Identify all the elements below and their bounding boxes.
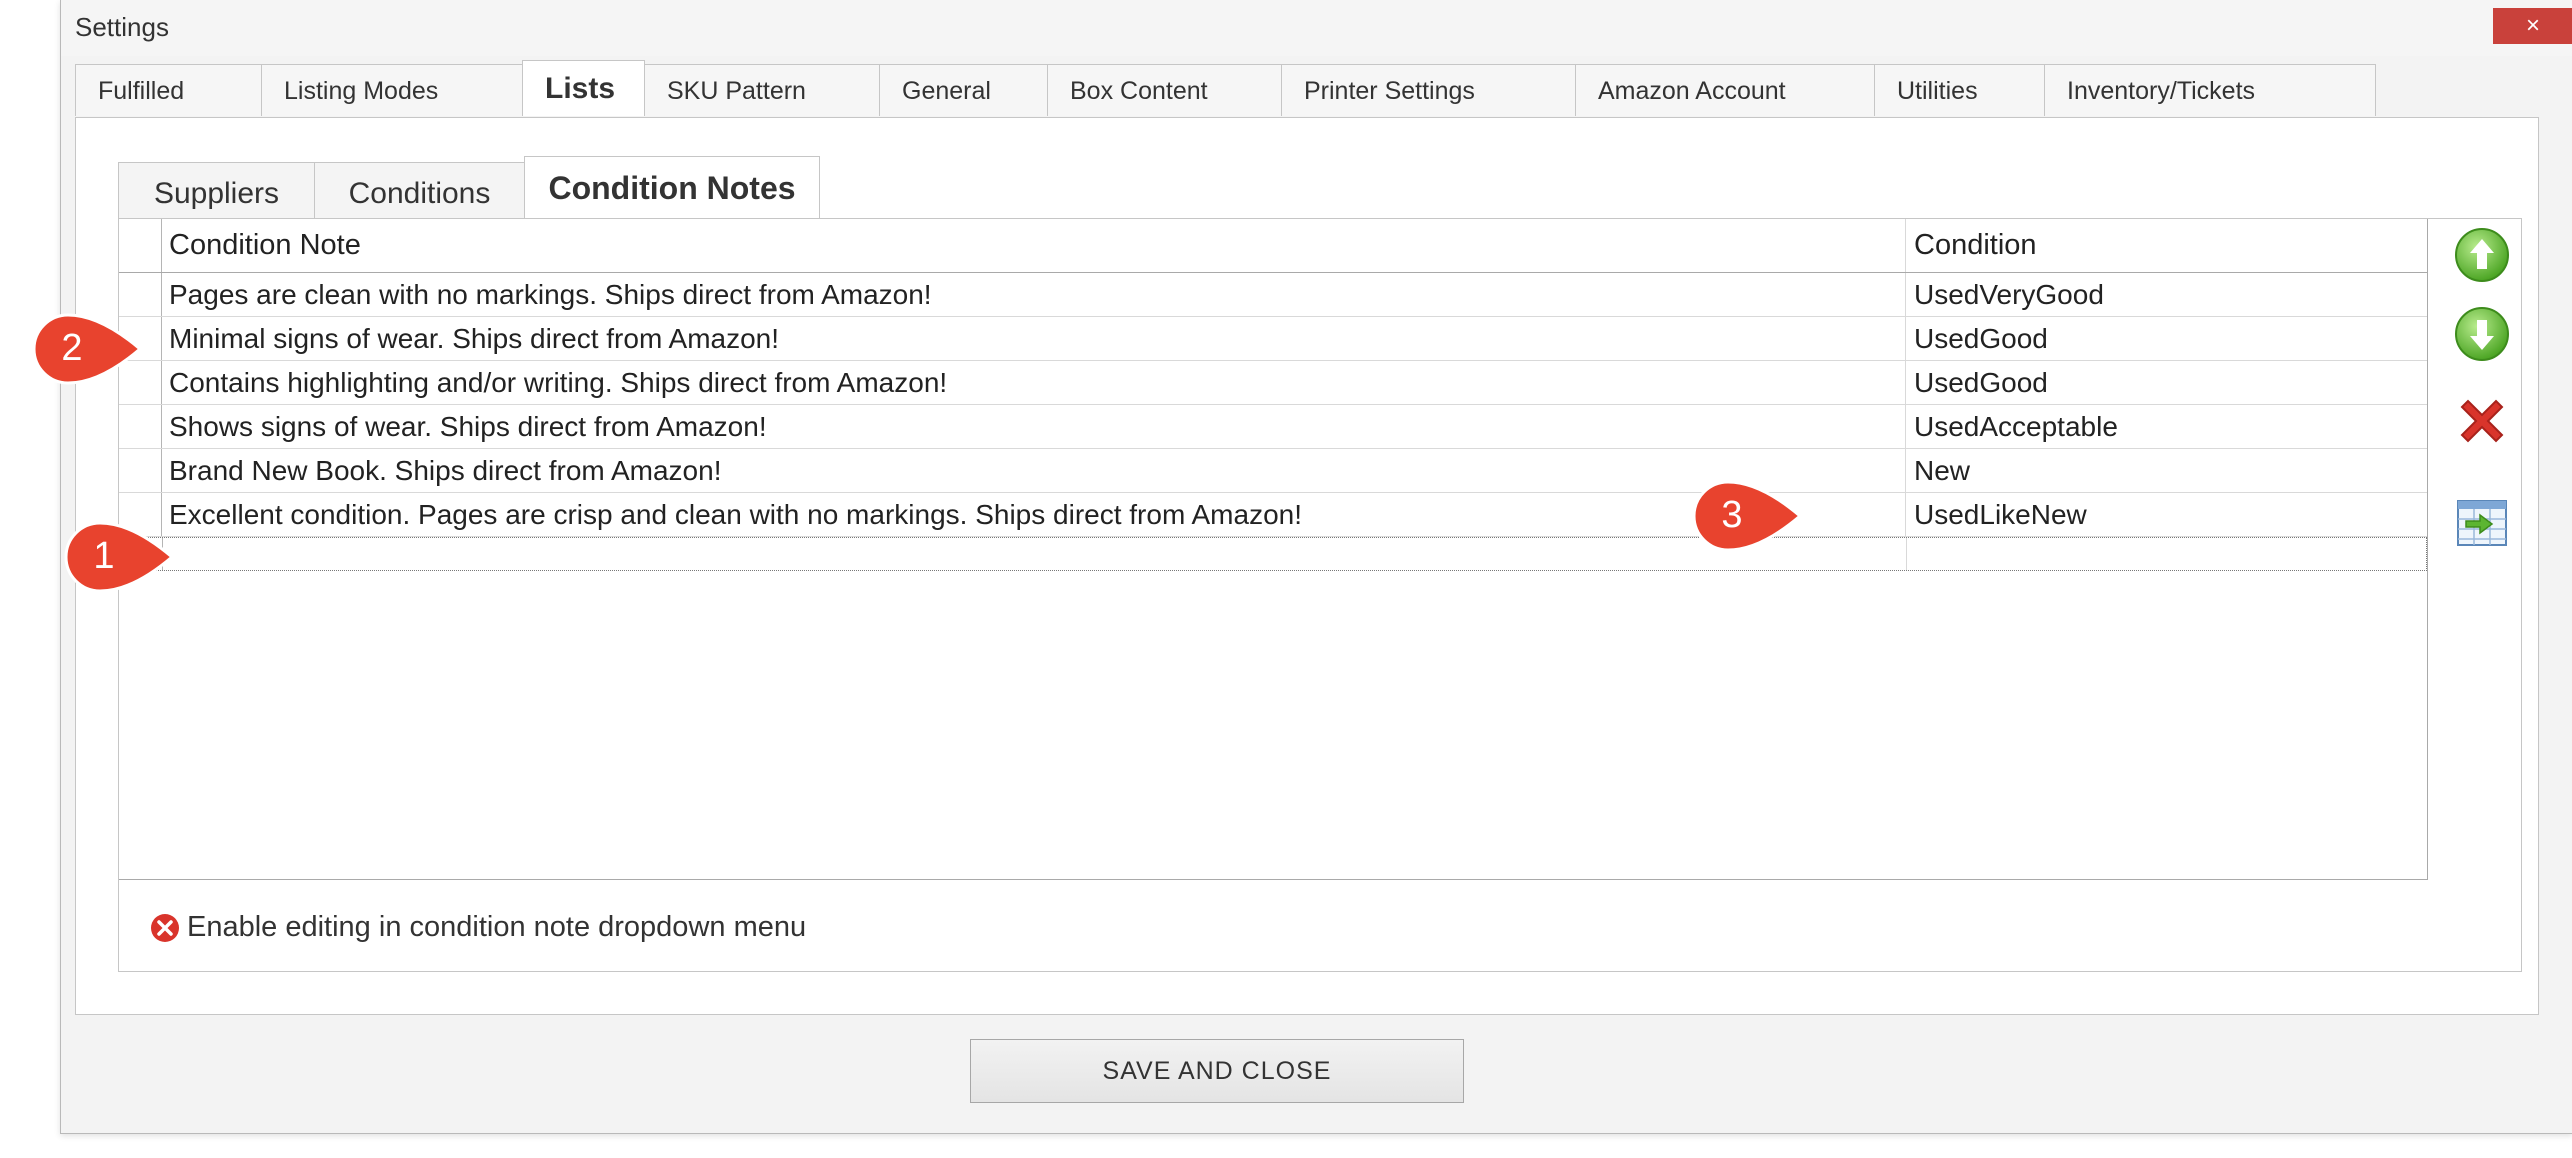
- condition-note-cell[interactable]: Brand New Book. Ships direct from Amazon…: [169, 449, 1909, 492]
- move-up-button[interactable]: [2452, 225, 2512, 285]
- close-button[interactable]: ×: [2493, 8, 2572, 44]
- table-row[interactable]: Shows signs of wear. Ships direct from A…: [119, 405, 2427, 449]
- tab-condition-notes[interactable]: Condition Notes: [524, 156, 820, 218]
- tab-lists[interactable]: Lists: [522, 60, 645, 116]
- tab-amazon-account[interactable]: Amazon Account: [1575, 64, 1875, 116]
- save-and-close-button[interactable]: SAVE AND CLOSE: [970, 1039, 1464, 1103]
- disabled-x-circle-icon[interactable]: [149, 912, 181, 944]
- table-row[interactable]: Pages are clean with no markings. Ships …: [119, 273, 2427, 317]
- tab-general[interactable]: General: [879, 64, 1048, 116]
- condition-note-cell[interactable]: Pages are clean with no markings. Ships …: [169, 273, 1909, 316]
- condition-note-cell[interactable]: Shows signs of wear. Ships direct from A…: [169, 405, 1909, 448]
- tab-utilities[interactable]: Utilities: [1874, 64, 2045, 116]
- table-row[interactable]: Excellent condition. Pages are crisp and…: [119, 493, 2427, 537]
- table-row[interactable]: Brand New Book. Ships direct from Amazon…: [119, 449, 2427, 493]
- tab-suppliers[interactable]: Suppliers: [118, 162, 315, 218]
- tab-inventory-tickets[interactable]: Inventory/Tickets: [2044, 64, 2376, 116]
- settings-window: Settings × Fulfilled Options Listing Mod…: [60, 0, 2572, 1134]
- callout-1: 1: [64, 521, 175, 593]
- condition-notes-panel: Condition Note Condition Pages are clean…: [118, 218, 2522, 972]
- tab-conditions[interactable]: Conditions: [314, 162, 525, 218]
- title-bar: Settings ×: [61, 0, 2572, 56]
- condition-note-cell[interactable]: Contains highlighting and/or writing. Sh…: [169, 361, 1909, 404]
- condition-cell[interactable]: New: [1905, 449, 2425, 492]
- new-condition-cell[interactable]: [1906, 538, 2426, 570]
- condition-cell[interactable]: UsedLikeNew: [1905, 493, 2425, 536]
- main-tab-strip: Fulfilled Options Listing Modes Lists SK…: [75, 60, 2376, 157]
- red-x-icon: [2460, 399, 2504, 443]
- tab-listing-modes[interactable]: Listing Modes: [261, 64, 523, 116]
- enable-editing-label: Enable editing in condition note dropdow…: [187, 911, 807, 943]
- new-condition-note-cell[interactable]: [170, 538, 1910, 570]
- tab-fulfilled-options[interactable]: Fulfilled Options: [75, 64, 262, 157]
- tab-sku-pattern[interactable]: SKU Pattern: [644, 64, 880, 116]
- condition-note-cell[interactable]: Minimal signs of wear. Ships direct from…: [169, 317, 1909, 360]
- condition-note-cell[interactable]: Excellent condition. Pages are crisp and…: [169, 493, 1909, 536]
- column-header-condition[interactable]: Condition: [1905, 219, 2425, 272]
- table-row[interactable]: Contains highlighting and/or writing. Sh…: [119, 361, 2427, 405]
- column-header-condition-note[interactable]: Condition Note: [169, 219, 1909, 272]
- tab-printer-settings[interactable]: Printer Settings: [1281, 64, 1576, 116]
- callout-2-number: 2: [61, 327, 82, 369]
- callout-3-number: 3: [1721, 494, 1742, 536]
- move-down-button[interactable]: [2452, 304, 2512, 364]
- callout-3: 3: [1692, 480, 1803, 552]
- callout-1-number: 1: [93, 535, 114, 577]
- table-export-icon: [2457, 500, 2507, 546]
- lists-panel: Suppliers Conditions Condition Notes Con…: [75, 117, 2539, 1015]
- new-row[interactable]: [119, 537, 2427, 571]
- sub-tab-strip: Suppliers Conditions Condition Notes: [118, 156, 820, 220]
- row-selector[interactable]: [119, 405, 162, 448]
- grid-header-row: Condition Note Condition: [119, 219, 2427, 273]
- row-header-cell: [119, 219, 162, 272]
- condition-cell[interactable]: UsedVeryGood: [1905, 273, 2425, 316]
- row-selector[interactable]: [119, 449, 162, 492]
- enable-editing-option[interactable]: Enable editing in condition note dropdow…: [149, 911, 806, 944]
- condition-cell[interactable]: UsedGood: [1905, 317, 2425, 360]
- arrow-down-icon: [2455, 307, 2509, 361]
- tab-box-content[interactable]: Box Content: [1047, 64, 1282, 116]
- table-row[interactable]: Minimal signs of wear. Ships direct from…: [119, 317, 2427, 361]
- condition-cell[interactable]: UsedGood: [1905, 361, 2425, 404]
- condition-notes-grid: Condition Note Condition Pages are clean…: [119, 219, 2428, 880]
- condition-cell[interactable]: UsedAcceptable: [1905, 405, 2425, 448]
- export-button[interactable]: [2452, 493, 2512, 553]
- window-title: Settings: [75, 12, 169, 42]
- callout-2: 2: [32, 313, 143, 385]
- delete-button[interactable]: [2452, 391, 2512, 451]
- arrow-up-icon: [2455, 228, 2509, 282]
